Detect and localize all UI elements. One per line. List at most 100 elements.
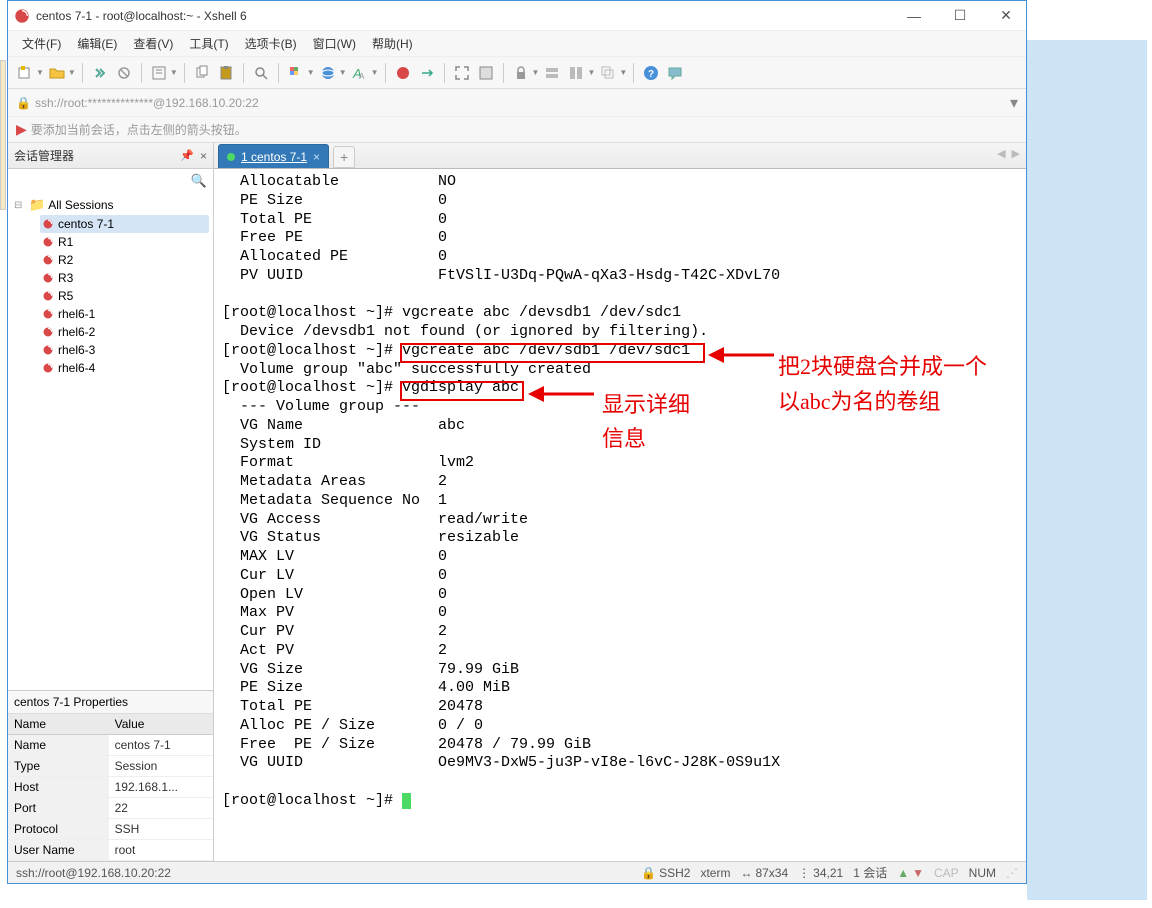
reconnect-icon[interactable] bbox=[89, 62, 111, 84]
address-text: ssh://root:**************@192.168.10.20:… bbox=[35, 96, 1010, 110]
menu-tools[interactable]: 工具(T) bbox=[183, 33, 234, 54]
xshell-icon[interactable] bbox=[392, 62, 414, 84]
separator bbox=[184, 63, 185, 83]
session-item[interactable]: R2 bbox=[40, 251, 209, 269]
status-pos: 34,21 bbox=[813, 866, 843, 880]
menu-view[interactable]: 查看(V) bbox=[127, 33, 179, 54]
maximize-button[interactable]: ☐ bbox=[946, 6, 974, 26]
lock-icon[interactable] bbox=[510, 62, 532, 84]
grip-icon[interactable]: ⋰ bbox=[1006, 866, 1018, 880]
tile-h-icon[interactable] bbox=[541, 62, 563, 84]
sidebar-search: 🔍 bbox=[8, 169, 213, 193]
dropdown-icon[interactable]: ▾ bbox=[1010, 93, 1018, 113]
properties-title: centos 7-1 Properties bbox=[8, 691, 213, 714]
separator bbox=[243, 63, 244, 83]
prop-key: Name bbox=[8, 735, 109, 756]
dropdown-icon[interactable]: ▼ bbox=[307, 68, 315, 77]
folder-icon: 📁 bbox=[29, 197, 45, 213]
session-item[interactable]: R1 bbox=[40, 233, 209, 251]
globe-icon[interactable] bbox=[317, 62, 339, 84]
fullscreen-icon[interactable] bbox=[451, 62, 473, 84]
session-item[interactable]: rhel6-3 bbox=[40, 341, 209, 359]
dropdown-icon[interactable]: ▼ bbox=[339, 68, 347, 77]
prop-key: Protocol bbox=[8, 819, 109, 840]
tab-add-button[interactable]: + bbox=[333, 146, 355, 168]
menu-edit[interactable]: 编辑(E) bbox=[71, 33, 123, 54]
property-row: TypeSession bbox=[8, 756, 213, 777]
menu-file[interactable]: 文件(F) bbox=[16, 33, 67, 54]
down-icon: ▼ bbox=[912, 866, 924, 880]
prop-key: Type bbox=[8, 756, 109, 777]
tabbar: 1 centos 7-1 × + ◀ ▶ bbox=[214, 143, 1026, 169]
find-icon[interactable] bbox=[250, 62, 272, 84]
addressbar[interactable]: 🔒 ssh://root:**************@192.168.10.2… bbox=[8, 89, 1026, 117]
session-item[interactable]: rhel6-1 bbox=[40, 305, 209, 323]
open-folder-icon[interactable] bbox=[46, 62, 68, 84]
lock-icon: 🔒 bbox=[641, 866, 656, 880]
sidebar-title: 会话管理器 bbox=[14, 147, 180, 164]
sidebar: 会话管理器 📌 × 🔍 ⊟ 📁 All Sessions centos 7-1 R… bbox=[8, 143, 214, 861]
menu-help[interactable]: 帮助(H) bbox=[366, 33, 419, 54]
transparent-icon[interactable] bbox=[475, 62, 497, 84]
tile-v-icon[interactable] bbox=[565, 62, 587, 84]
workspace: 会话管理器 📌 × 🔍 ⊟ 📁 All Sessions centos 7-1 R… bbox=[8, 143, 1026, 861]
prop-key: Host bbox=[8, 777, 109, 798]
tab-next-icon[interactable]: ▶ bbox=[1012, 147, 1020, 160]
help-icon[interactable]: ? bbox=[640, 62, 662, 84]
window-controls: — ☐ ✕ bbox=[900, 6, 1020, 26]
dropdown-icon[interactable]: ▼ bbox=[371, 68, 379, 77]
disconnect-icon[interactable] bbox=[113, 62, 135, 84]
session-item[interactable]: R3 bbox=[40, 269, 209, 287]
cascade-icon[interactable] bbox=[597, 62, 619, 84]
sidebar-header: 会话管理器 📌 × bbox=[8, 143, 213, 169]
properties-icon[interactable] bbox=[148, 62, 170, 84]
status-connection: ssh://root@192.168.10.20:22 bbox=[16, 866, 171, 880]
tab-close-icon[interactable]: × bbox=[313, 150, 320, 164]
svg-text:?: ? bbox=[648, 69, 654, 80]
menu-tab[interactable]: 选项卡(B) bbox=[239, 33, 303, 54]
color-icon[interactable] bbox=[285, 62, 307, 84]
session-item[interactable]: R5 bbox=[40, 287, 209, 305]
minimize-button[interactable]: — bbox=[900, 6, 928, 26]
chat-icon[interactable] bbox=[664, 62, 686, 84]
tree-root[interactable]: ⊟ 📁 All Sessions bbox=[12, 195, 209, 215]
menubar: 文件(F) 编辑(E) 查看(V) 工具(T) 选项卡(B) 窗口(W) 帮助(… bbox=[8, 31, 1026, 57]
session-label: R2 bbox=[58, 253, 73, 267]
session-item[interactable]: centos 7-1 bbox=[40, 215, 209, 233]
session-icon bbox=[42, 308, 54, 320]
paste-icon[interactable] bbox=[215, 62, 237, 84]
pin-icon[interactable]: 📌 bbox=[180, 149, 194, 162]
close-icon[interactable]: × bbox=[200, 149, 207, 163]
xftp-icon[interactable] bbox=[416, 62, 438, 84]
close-button[interactable]: ✕ bbox=[992, 6, 1020, 26]
prop-value: 192.168.1... bbox=[109, 777, 213, 798]
session-icon bbox=[42, 254, 54, 266]
session-label: R1 bbox=[58, 235, 73, 249]
copy-icon[interactable] bbox=[191, 62, 213, 84]
dropdown-icon[interactable]: ▼ bbox=[587, 68, 595, 77]
dropdown-icon[interactable]: ▼ bbox=[170, 68, 178, 77]
dropdown-icon[interactable]: ▼ bbox=[532, 68, 540, 77]
terminal[interactable]: Allocatable NO PE Size 0 Total PE 0 Free… bbox=[214, 169, 1026, 861]
prop-head-name: Name bbox=[8, 714, 109, 735]
menu-window[interactable]: 窗口(W) bbox=[307, 33, 362, 54]
session-label: R3 bbox=[58, 271, 73, 285]
session-icon bbox=[42, 344, 54, 356]
tab-prev-icon[interactable]: ◀ bbox=[997, 147, 1005, 160]
session-item[interactable]: rhel6-4 bbox=[40, 359, 209, 377]
separator bbox=[278, 63, 279, 83]
collapse-icon[interactable]: ⊟ bbox=[14, 200, 26, 211]
status-cap: CAP bbox=[934, 866, 959, 880]
font-icon[interactable]: AA bbox=[349, 62, 371, 84]
search-icon[interactable]: 🔍 bbox=[191, 173, 207, 189]
session-item[interactable]: rhel6-2 bbox=[40, 323, 209, 341]
dropdown-icon[interactable]: ▼ bbox=[68, 68, 76, 77]
prop-head-value: Value bbox=[109, 714, 213, 735]
status-term: xterm bbox=[700, 866, 730, 880]
infobar: ▶ 要添加当前会话，点击左侧的箭头按钮。 bbox=[8, 117, 1026, 143]
new-session-icon[interactable] bbox=[14, 62, 36, 84]
dropdown-icon[interactable]: ▼ bbox=[619, 68, 627, 77]
dropdown-icon[interactable]: ▼ bbox=[36, 68, 44, 77]
prop-key: User Name bbox=[8, 840, 109, 861]
tab-active[interactable]: 1 centos 7-1 × bbox=[218, 144, 329, 168]
